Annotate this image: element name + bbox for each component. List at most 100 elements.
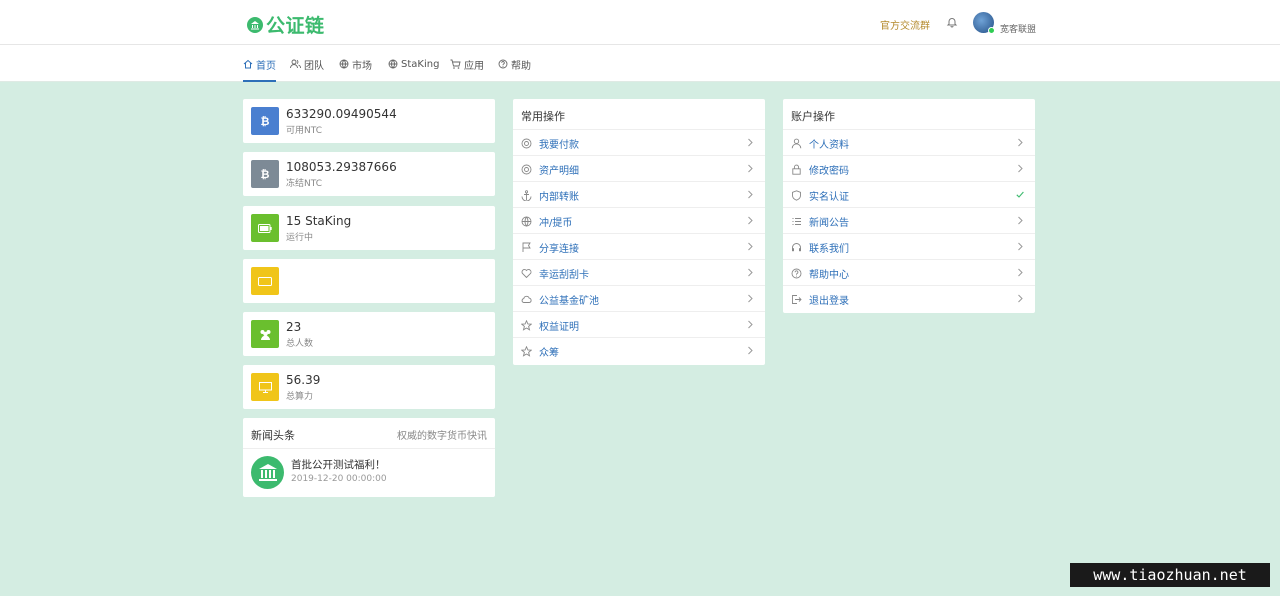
nav-team[interactable]: 团队 xyxy=(290,57,324,72)
chevron-right-icon xyxy=(1018,294,1023,303)
bitcoin-icon: ₿ xyxy=(251,107,279,135)
nav-help-label: 帮助 xyxy=(511,60,531,72)
nav-market[interactable]: 市场 xyxy=(339,57,372,72)
common-operations-card: 常用操作 我要付款 资产明细 内部转账 冲/提币 分享连接 幸运刮刮卡 公益基金… xyxy=(513,99,765,365)
menu-item-internal-transfer[interactable]: 内部转账 xyxy=(513,181,765,207)
bank-icon xyxy=(251,456,284,489)
nav-staking[interactable]: StaKing xyxy=(388,57,439,71)
card-icon xyxy=(251,267,279,295)
common-operations-header: 常用操作 xyxy=(513,99,765,130)
nav-apps-label: 应用 xyxy=(464,60,484,72)
stat-card-hashrate[interactable]: 56.39 总算力 xyxy=(243,365,495,409)
chevron-right-icon xyxy=(748,268,753,277)
menu-item-logout[interactable]: 退出登录 xyxy=(783,285,1035,311)
stat-card-available[interactable]: ₿ 633290.09490544 可用NTC xyxy=(243,99,495,143)
monitor-icon xyxy=(251,373,279,401)
shield-icon xyxy=(792,190,801,201)
official-group-link[interactable]: 官方交流群 xyxy=(880,17,930,32)
stat-value: 56.39 xyxy=(286,373,321,387)
menu-item-label: 资产明细 xyxy=(539,166,579,177)
team-icon xyxy=(251,320,279,348)
chevron-right-icon xyxy=(1018,138,1023,147)
news-header: 新闻头条 权威的数字货币快讯 xyxy=(243,418,495,449)
logout-icon xyxy=(792,295,802,304)
menu-item-asset-details[interactable]: 资产明细 xyxy=(513,155,765,181)
chevron-right-icon xyxy=(748,346,753,355)
list-icon xyxy=(792,218,801,225)
cart-icon xyxy=(450,59,461,69)
menu-item-label: 个人资料 xyxy=(809,140,849,151)
globe-icon xyxy=(339,59,349,69)
menu-item-profile[interactable]: 个人资料 xyxy=(783,129,1035,155)
news-item-title[interactable]: 首批公开测试福利！ xyxy=(291,457,386,472)
stat-card-staking[interactable]: 15 StaKing 运行中 xyxy=(243,206,495,250)
stat-label: 运行中 xyxy=(286,233,314,243)
menu-item-identity-verification[interactable]: 实名认证 xyxy=(783,181,1035,207)
account-operations-title: 账户操作 xyxy=(791,110,835,123)
stat-card-frozen[interactable]: ₿ 108053.29387666 冻结NTC xyxy=(243,152,495,196)
menu-item-label: 退出登录 xyxy=(809,296,849,307)
chevron-right-icon xyxy=(748,216,753,225)
account-operations-header: 账户操作 xyxy=(783,99,1035,130)
menu-item-label: 众筹 xyxy=(539,348,559,359)
check-icon xyxy=(1016,191,1024,198)
menu-item-help-center[interactable]: 帮助中心 xyxy=(783,259,1035,285)
menu-item-deposit-withdraw[interactable]: 冲/提币 xyxy=(513,207,765,233)
logo[interactable]: 公证链 xyxy=(247,11,325,38)
help-icon xyxy=(791,268,802,279)
menu-item-label: 新闻公告 xyxy=(809,218,849,229)
nav-market-label: 市场 xyxy=(352,60,372,72)
stat-value: 23 xyxy=(286,320,302,334)
menu-item-label: 权益证明 xyxy=(539,322,579,333)
flag-icon xyxy=(522,242,531,252)
coin-icon xyxy=(521,138,532,149)
stat-card-empty[interactable] xyxy=(243,259,495,303)
chevron-right-icon xyxy=(1018,216,1023,225)
menu-item-pay[interactable]: 我要付款 xyxy=(513,129,765,155)
common-operations-title: 常用操作 xyxy=(521,110,565,123)
menu-item-label: 帮助中心 xyxy=(809,270,849,281)
news-card: 新闻头条 权威的数字货币快讯 首批公开测试福利！ 2019-12-20 00:0… xyxy=(243,418,495,497)
nav-help[interactable]: 帮助 xyxy=(498,57,531,72)
stat-value: 633290.09490544 xyxy=(286,107,397,121)
chevron-right-icon xyxy=(748,320,753,329)
home-icon xyxy=(243,59,253,69)
globe-icon xyxy=(521,216,532,227)
username[interactable]: 宽客联盟 xyxy=(1000,22,1036,35)
menu-item-crowdfunding[interactable]: 众筹 xyxy=(513,337,765,363)
bell-icon[interactable] xyxy=(946,16,958,28)
menu-item-label: 我要付款 xyxy=(539,140,579,151)
chevron-right-icon xyxy=(1018,242,1023,251)
menu-item-share-link[interactable]: 分享连接 xyxy=(513,233,765,259)
top-bar: 公证链 官方交流群 宽客联盟 xyxy=(0,0,1280,45)
menu-item-news-announcements[interactable]: 新闻公告 xyxy=(783,207,1035,233)
news-item-date: 2019-12-20 00:00:00 xyxy=(291,474,387,484)
menu-item-change-password[interactable]: 修改密码 xyxy=(783,155,1035,181)
menu-item-label: 公益基金矿池 xyxy=(539,296,599,307)
stat-value: 108053.29387666 xyxy=(286,160,397,174)
online-status-dot xyxy=(988,27,995,34)
logo-text: 公证链 xyxy=(266,15,325,37)
menu-item-charity-pool[interactable]: 公益基金矿池 xyxy=(513,285,765,311)
account-operations-card: 账户操作 个人资料 修改密码 实名认证 新闻公告 联系我们 帮助中心 退出登录 xyxy=(783,99,1035,313)
menu-item-label: 修改密码 xyxy=(809,166,849,177)
menu-item-proof-of-stake[interactable]: 权益证明 xyxy=(513,311,765,337)
nav-apps[interactable]: 应用 xyxy=(450,57,484,72)
news-subtitle-link[interactable]: 权威的数字货币快讯 xyxy=(397,427,487,442)
menu-item-lucky-scratch-card[interactable]: 幸运刮刮卡 xyxy=(513,259,765,285)
menu-item-contact-us[interactable]: 联系我们 xyxy=(783,233,1035,259)
menu-item-label: 冲/提币 xyxy=(539,218,573,229)
watermark: www.tiaozhuan.net xyxy=(1070,563,1270,587)
nav-home[interactable]: 首页 xyxy=(243,57,276,72)
stat-label: 冻结NTC xyxy=(286,179,322,189)
star-icon xyxy=(521,346,532,357)
menu-item-label: 内部转账 xyxy=(539,192,579,203)
main-nav: 首页 团队 市场 StaKing 应用 帮助 xyxy=(0,45,1280,82)
chevron-right-icon xyxy=(1018,164,1023,173)
lock-icon xyxy=(792,164,801,175)
stat-card-members[interactable]: 23 总人数 xyxy=(243,312,495,356)
help-icon xyxy=(498,59,508,69)
user-icon xyxy=(791,138,802,149)
menu-item-label: 实名认证 xyxy=(809,192,849,203)
menu-item-label: 分享连接 xyxy=(539,244,579,255)
